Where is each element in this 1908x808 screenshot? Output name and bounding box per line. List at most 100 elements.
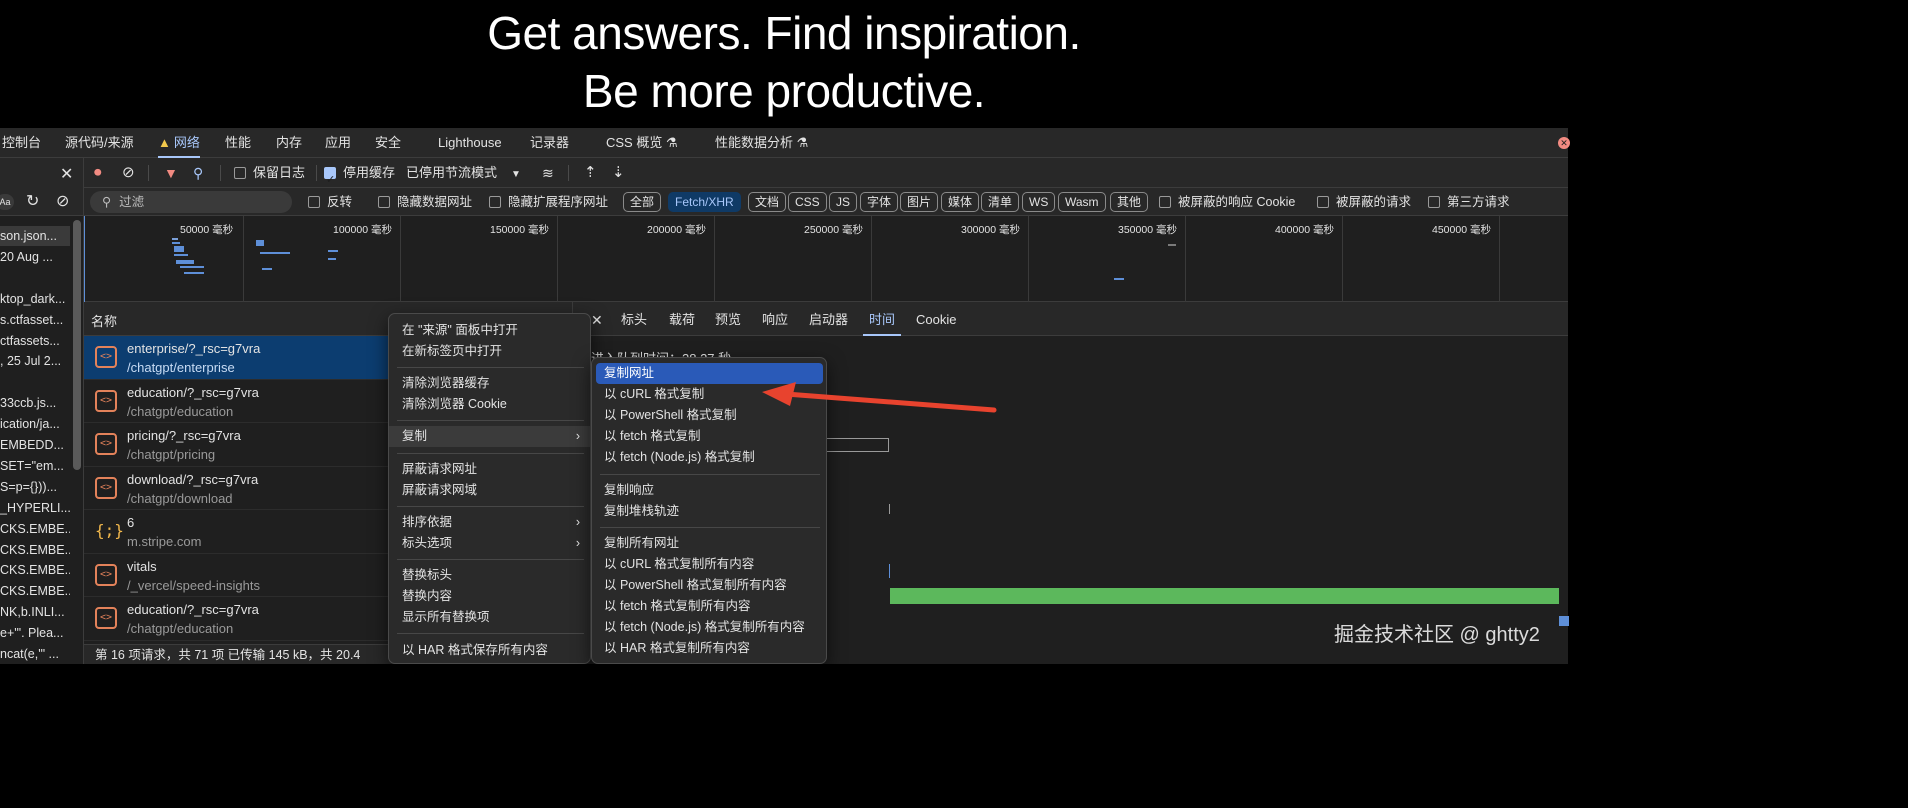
tab-css-overview[interactable]: CSS 概览 ⚗ — [606, 128, 678, 158]
menu-block-domain[interactable]: 屏蔽请求网域 — [389, 480, 592, 501]
tab-memory[interactable]: 内存 — [276, 128, 302, 158]
hide-extension-urls-checkbox[interactable]: 隐藏扩展程序网址 — [489, 188, 608, 216]
tab-application[interactable]: 应用 — [325, 128, 351, 158]
search-result-row[interactable]: , 25 Jul 2... — [0, 351, 70, 371]
disable-cache-checkbox[interactable]: 停用缓存 — [324, 158, 395, 195]
search-result-row[interactable]: ncat(e,'" ... — [0, 644, 70, 664]
type-filter-all[interactable]: 全部 — [623, 192, 662, 212]
type-filter-doc[interactable]: 文档 — [748, 192, 787, 212]
menu-override-content[interactable]: 替换内容 — [389, 586, 592, 607]
search-result-row[interactable]: ktop_dark... — [0, 289, 70, 309]
close-search-icon[interactable]: ✕ — [60, 164, 73, 184]
menu-copy-as-fetch[interactable]: 以 fetch 格式复制 — [592, 426, 828, 447]
hide-data-urls-checkbox[interactable]: 隐藏数据网址 — [378, 188, 472, 216]
menu-copy-all-as-fetch-node[interactable]: 以 fetch (Node.js) 格式复制所有内容 — [592, 617, 828, 638]
menu-save-har[interactable]: 以 HAR 格式保存所有内容 — [389, 640, 592, 661]
tab-payload[interactable]: 载荷 — [669, 302, 695, 336]
tab-lighthouse[interactable]: Lighthouse — [438, 128, 502, 158]
tab-console[interactable]: 控制台 — [2, 128, 41, 158]
menu-copy-response[interactable]: 复制响应 — [592, 480, 828, 501]
clear-log-icon[interactable]: ⊘ — [122, 158, 135, 188]
search-result-row[interactable] — [0, 268, 70, 288]
type-filter-wasm[interactable]: Wasm — [1058, 192, 1106, 212]
refresh-icon[interactable]: ↻ — [26, 191, 39, 211]
throttle-select[interactable]: 已停用节流模式 ▼ — [406, 158, 521, 188]
menu-clear-cache[interactable]: 清除浏览器缓存 — [389, 373, 592, 394]
tab-cookies[interactable]: Cookie — [916, 302, 956, 336]
menu-copy[interactable]: 复制 › — [389, 426, 590, 447]
search-result-row[interactable]: CKS.EMBE... — [0, 581, 70, 601]
filter-icon[interactable]: ▼ — [164, 158, 178, 188]
menu-copy-stack-trace[interactable]: 复制堆栈轨迹 — [592, 501, 828, 522]
type-filter-media[interactable]: 媒体 — [941, 192, 980, 212]
type-filter-fetch-xhr[interactable]: Fetch/XHR — [668, 192, 741, 212]
search-result-row[interactable]: CKS.EMBE... — [0, 519, 70, 539]
search-result-row[interactable]: NK,b.INLI... — [0, 602, 70, 622]
tab-performance-insights[interactable]: 性能数据分析 ⚗ — [715, 128, 808, 158]
tab-network[interactable]: ▲ 网络 — [158, 128, 200, 158]
menu-copy-as-fetch-node[interactable]: 以 fetch (Node.js) 格式复制 — [592, 447, 828, 468]
search-result-row[interactable]: S=p={}))... — [0, 477, 70, 497]
close-detail-icon[interactable]: ✕ — [591, 302, 603, 336]
left-scrollbar[interactable] — [73, 220, 81, 470]
type-filter-ws[interactable]: WS — [1022, 192, 1056, 212]
type-filter-css[interactable]: CSS — [788, 192, 827, 212]
type-filter-img[interactable]: 图片 — [900, 192, 939, 212]
tab-performance[interactable]: 性能 — [225, 128, 251, 158]
search-result-row[interactable]: CKS.EMBE... — [0, 540, 70, 560]
type-filter-other[interactable]: 其他 — [1110, 192, 1149, 212]
menu-copy-all-as-curl[interactable]: 以 cURL 格式复制所有内容 — [592, 554, 828, 575]
search-result-row[interactable]: _HYPERLI... — [0, 498, 70, 518]
menu-sort-by[interactable]: 排序依据 › — [389, 512, 590, 533]
menu-copy-all-as-har[interactable]: 以 HAR 格式复制所有内容 — [592, 638, 828, 659]
export-har-icon[interactable]: ⇣ — [612, 158, 625, 188]
menu-header-options[interactable]: 标头选项 › — [389, 533, 590, 554]
blocked-requests-checkbox[interactable]: 被屏蔽的请求 — [1317, 188, 1411, 216]
search-result-row[interactable]: 33ccb.js... — [0, 393, 70, 413]
menu-clear-cookies[interactable]: 清除浏览器 Cookie — [389, 394, 592, 415]
menu-open-in-new-tab[interactable]: 在新标签页中打开 — [389, 341, 592, 362]
import-har-icon[interactable]: ⇡ — [584, 158, 597, 188]
search-result-row[interactable]: ication/ja... — [0, 414, 70, 434]
name-column-header[interactable]: 名称 — [91, 311, 117, 330]
menu-block-url[interactable]: 屏蔽请求网址 — [389, 459, 592, 480]
menu-copy-all-urls[interactable]: 复制所有网址 — [592, 533, 828, 554]
tab-timing[interactable]: 时间 — [863, 302, 902, 336]
menu-override-headers[interactable]: 替换标头 — [389, 565, 592, 586]
menu-copy-all-as-fetch[interactable]: 以 fetch 格式复制所有内容 — [592, 596, 828, 617]
search-result-row[interactable]: son.json... — [0, 226, 70, 246]
filter-input[interactable]: ⚲ 过滤 — [90, 191, 292, 213]
network-conditions-icon[interactable]: ≋ — [542, 158, 554, 188]
tab-recorder[interactable]: 记录器 — [530, 128, 569, 158]
invert-checkbox[interactable]: 反转 — [308, 188, 352, 216]
tab-response[interactable]: 响应 — [762, 302, 788, 336]
match-case-icon[interactable]: Aa — [0, 194, 14, 210]
search-result-row[interactable]: ctfassets... — [0, 331, 70, 351]
tab-security[interactable]: 安全 — [375, 128, 401, 158]
type-filter-js[interactable]: JS — [829, 192, 858, 212]
search-icon[interactable]: ⚲ — [193, 158, 203, 188]
close-icon[interactable]: ✕ — [1558, 137, 1570, 149]
search-result-row[interactable] — [0, 372, 70, 392]
tab-preview[interactable]: 预览 — [715, 302, 741, 336]
search-result-row[interactable]: SET="em... — [0, 456, 70, 476]
search-result-row[interactable]: 20 Aug ... — [0, 247, 70, 267]
type-filter-font[interactable]: 字体 — [860, 192, 899, 212]
clear-icon[interactable]: ⊘ — [56, 191, 69, 211]
search-result-row[interactable]: s.ctfasset... — [0, 310, 70, 330]
record-icon[interactable]: ⏺ — [94, 158, 102, 188]
blocked-cookie-checkbox[interactable]: 被屏蔽的响应 Cookie — [1159, 188, 1295, 216]
menu-copy-all-as-powershell[interactable]: 以 PowerShell 格式复制所有内容 — [592, 575, 828, 596]
preserve-log-checkbox[interactable]: 保留日志 — [234, 158, 305, 188]
network-overview[interactable]: 50000 毫秒 100000 毫秒 150000 毫秒 200000 毫秒 2… — [84, 216, 1568, 302]
search-result-row[interactable]: EMBEDD... — [0, 435, 70, 455]
search-result-row[interactable]: e+'". Plea... — [0, 623, 70, 643]
third-party-checkbox[interactable]: 第三方请求 — [1428, 188, 1510, 216]
type-filter-manifest[interactable]: 清单 — [981, 192, 1020, 212]
menu-show-overrides[interactable]: 显示所有替换项 — [389, 607, 592, 628]
menu-open-in-sources[interactable]: 在 "来源" 面板中打开 — [389, 320, 592, 341]
tab-sources[interactable]: 源代码/来源 — [65, 128, 134, 158]
tab-headers[interactable]: 标头 — [621, 302, 647, 336]
tab-initiator[interactable]: 启动器 — [809, 302, 848, 336]
search-result-row[interactable]: CKS.EMBE... — [0, 560, 70, 580]
